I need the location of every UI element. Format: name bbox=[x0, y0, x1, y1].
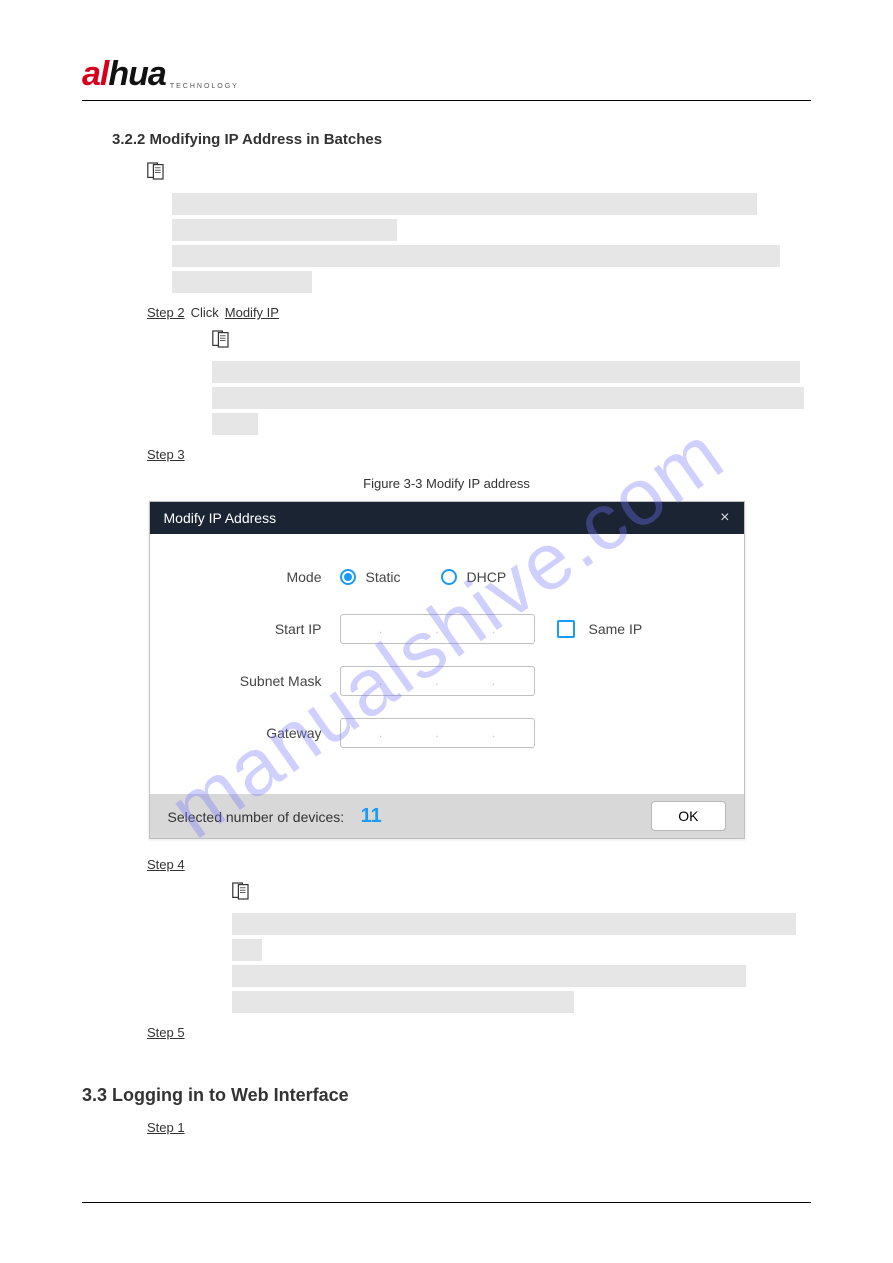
note-icon bbox=[232, 882, 256, 905]
radio-dhcp[interactable] bbox=[441, 569, 457, 585]
dialog-title: Modify IP Address bbox=[164, 510, 277, 526]
radio-dhcp-label: DHCP bbox=[467, 569, 507, 585]
note-icon bbox=[212, 330, 236, 353]
dialog-titlebar: Modify IP Address × bbox=[150, 502, 744, 534]
redacted-block bbox=[212, 361, 811, 435]
selected-devices-text: Selected number of devices: bbox=[168, 809, 345, 825]
brand-logo: alhua bbox=[82, 55, 166, 94]
modify-ip-dialog: Modify IP Address × Mode Static DHCP Sta… bbox=[149, 501, 745, 839]
radio-static[interactable] bbox=[340, 569, 356, 585]
subnet-label: Subnet Mask bbox=[190, 673, 340, 689]
subnet-input[interactable]: ... bbox=[340, 666, 535, 696]
ok-button[interactable]: OK bbox=[651, 801, 725, 831]
close-icon[interactable]: × bbox=[720, 509, 729, 527]
step-2: Step 2 Click Modify IP bbox=[147, 305, 811, 320]
start-ip-input[interactable]: ... bbox=[340, 614, 535, 644]
login-heading: 3.3 Logging in to Web Interface bbox=[82, 1085, 811, 1106]
footer-divider bbox=[82, 1202, 811, 1203]
step-4: Step 4 bbox=[147, 857, 811, 872]
section-heading: 3.2.2 Modifying IP Address in Batches bbox=[112, 131, 811, 148]
gateway-input[interactable]: ... bbox=[340, 718, 535, 748]
note-icon bbox=[147, 162, 171, 185]
figure-caption: Figure 3-3 Modify IP address bbox=[82, 476, 811, 491]
step-3: Step 3 bbox=[147, 447, 811, 462]
same-ip-label: Same IP bbox=[589, 621, 643, 637]
redacted-block bbox=[172, 193, 811, 293]
brand-subtext: TECHNOLOGY bbox=[170, 83, 239, 90]
same-ip-checkbox[interactable] bbox=[557, 620, 575, 638]
radio-static-label: Static bbox=[366, 569, 401, 585]
header-logo-row: alhua TECHNOLOGY bbox=[82, 55, 811, 101]
mode-label: Mode bbox=[190, 569, 340, 585]
login-step-1: Step 1 bbox=[147, 1120, 811, 1135]
step-5: Step 5 bbox=[147, 1025, 811, 1040]
selected-devices-count: 11 bbox=[361, 805, 382, 827]
start-ip-label: Start IP bbox=[190, 621, 340, 637]
redacted-block bbox=[232, 913, 811, 1013]
gateway-label: Gateway bbox=[190, 725, 340, 741]
